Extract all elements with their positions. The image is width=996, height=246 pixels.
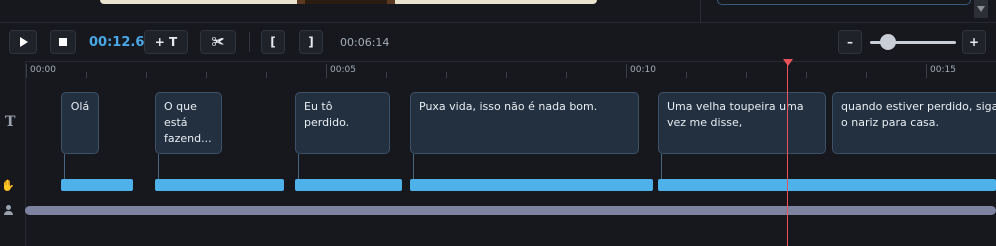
subtitle-clip[interactable]: quando estiver perdido, siga o nariz par… bbox=[832, 92, 996, 154]
ruler-tick bbox=[926, 64, 927, 78]
subtitle-clip[interactable]: Olá bbox=[61, 92, 99, 154]
timeline-toolbar: 00:12.6 + T ✀ [ ] 00:06:14 – + bbox=[0, 22, 996, 62]
side-panel-scrollbar[interactable] bbox=[974, 0, 988, 18]
time-ruler[interactable] bbox=[0, 61, 996, 81]
ruler-tick bbox=[386, 72, 387, 78]
split-button[interactable]: ✀ bbox=[200, 30, 236, 54]
subtitle-timing-bar[interactable] bbox=[61, 179, 133, 191]
ruler-tick bbox=[146, 72, 147, 78]
ruler-tick bbox=[446, 72, 447, 78]
clip-connector bbox=[158, 154, 159, 180]
ruler-tick bbox=[626, 64, 627, 78]
playhead-line[interactable] bbox=[787, 63, 788, 246]
stop-button[interactable] bbox=[50, 30, 76, 54]
ruler-tick bbox=[746, 72, 747, 78]
total-duration: 00:06:14 bbox=[340, 36, 390, 49]
lane-header-column bbox=[0, 61, 26, 246]
clip-connector bbox=[661, 154, 662, 180]
toolbar-divider bbox=[249, 32, 250, 52]
audio-track[interactable] bbox=[25, 206, 996, 215]
subtitle-timing-bar[interactable] bbox=[658, 179, 996, 191]
ruler-label: 00:15 bbox=[930, 65, 956, 75]
ruler-tick bbox=[806, 72, 807, 78]
video-frame bbox=[297, 0, 395, 4]
chevron-down-icon[interactable] bbox=[977, 6, 985, 12]
clip-connector bbox=[64, 154, 65, 180]
zoom-in-button[interactable]: + bbox=[962, 30, 986, 54]
subtitle-timing-bar[interactable] bbox=[155, 179, 284, 191]
clip-connector bbox=[413, 154, 414, 180]
ruler-tick bbox=[566, 72, 567, 78]
ruler-tick bbox=[86, 72, 87, 78]
playhead-marker[interactable] bbox=[783, 59, 793, 66]
ruler-tick bbox=[866, 72, 867, 78]
subtitle-clip[interactable]: Puxa vida, isso não é nada bom. bbox=[410, 92, 639, 154]
ruler-label: 00:00 bbox=[30, 65, 56, 75]
play-icon bbox=[20, 37, 28, 47]
person-icon bbox=[3, 205, 13, 215]
play-button[interactable] bbox=[9, 30, 37, 54]
add-text-button[interactable]: + T bbox=[144, 30, 188, 54]
subtitle-timing-bar[interactable] bbox=[410, 179, 653, 191]
stop-icon bbox=[59, 38, 67, 46]
subtitle-clip[interactable]: Uma velha toupeira uma vez me disse, bbox=[658, 92, 826, 154]
ruler-tick bbox=[206, 72, 207, 78]
subtitle-clip[interactable]: O que está fazend... bbox=[155, 92, 222, 154]
subtitle-timing-bar[interactable] bbox=[295, 179, 402, 191]
subtitle-clip[interactable]: Eu tô perdido. bbox=[295, 92, 390, 154]
text-track-icon: T bbox=[5, 114, 16, 130]
ruler-label: 00:05 bbox=[330, 65, 356, 75]
mark-out-button[interactable]: ] bbox=[299, 30, 323, 54]
ruler-tick bbox=[326, 64, 327, 78]
ruler-tick bbox=[686, 72, 687, 78]
scissors-icon: ✀ bbox=[211, 34, 225, 50]
current-time: 00:12.6 bbox=[89, 35, 145, 50]
side-panel-box[interactable] bbox=[717, 0, 971, 5]
hand-icon: ✋ bbox=[1, 179, 15, 192]
zoom-out-button[interactable]: – bbox=[838, 30, 862, 54]
ruler-tick bbox=[26, 64, 27, 78]
ruler-tick bbox=[506, 72, 507, 78]
ruler-tick bbox=[266, 72, 267, 78]
clip-connector bbox=[298, 154, 299, 180]
ruler-label: 00:10 bbox=[630, 65, 656, 75]
mark-in-button[interactable]: [ bbox=[261, 30, 285, 54]
zoom-slider-thumb[interactable] bbox=[880, 34, 896, 50]
